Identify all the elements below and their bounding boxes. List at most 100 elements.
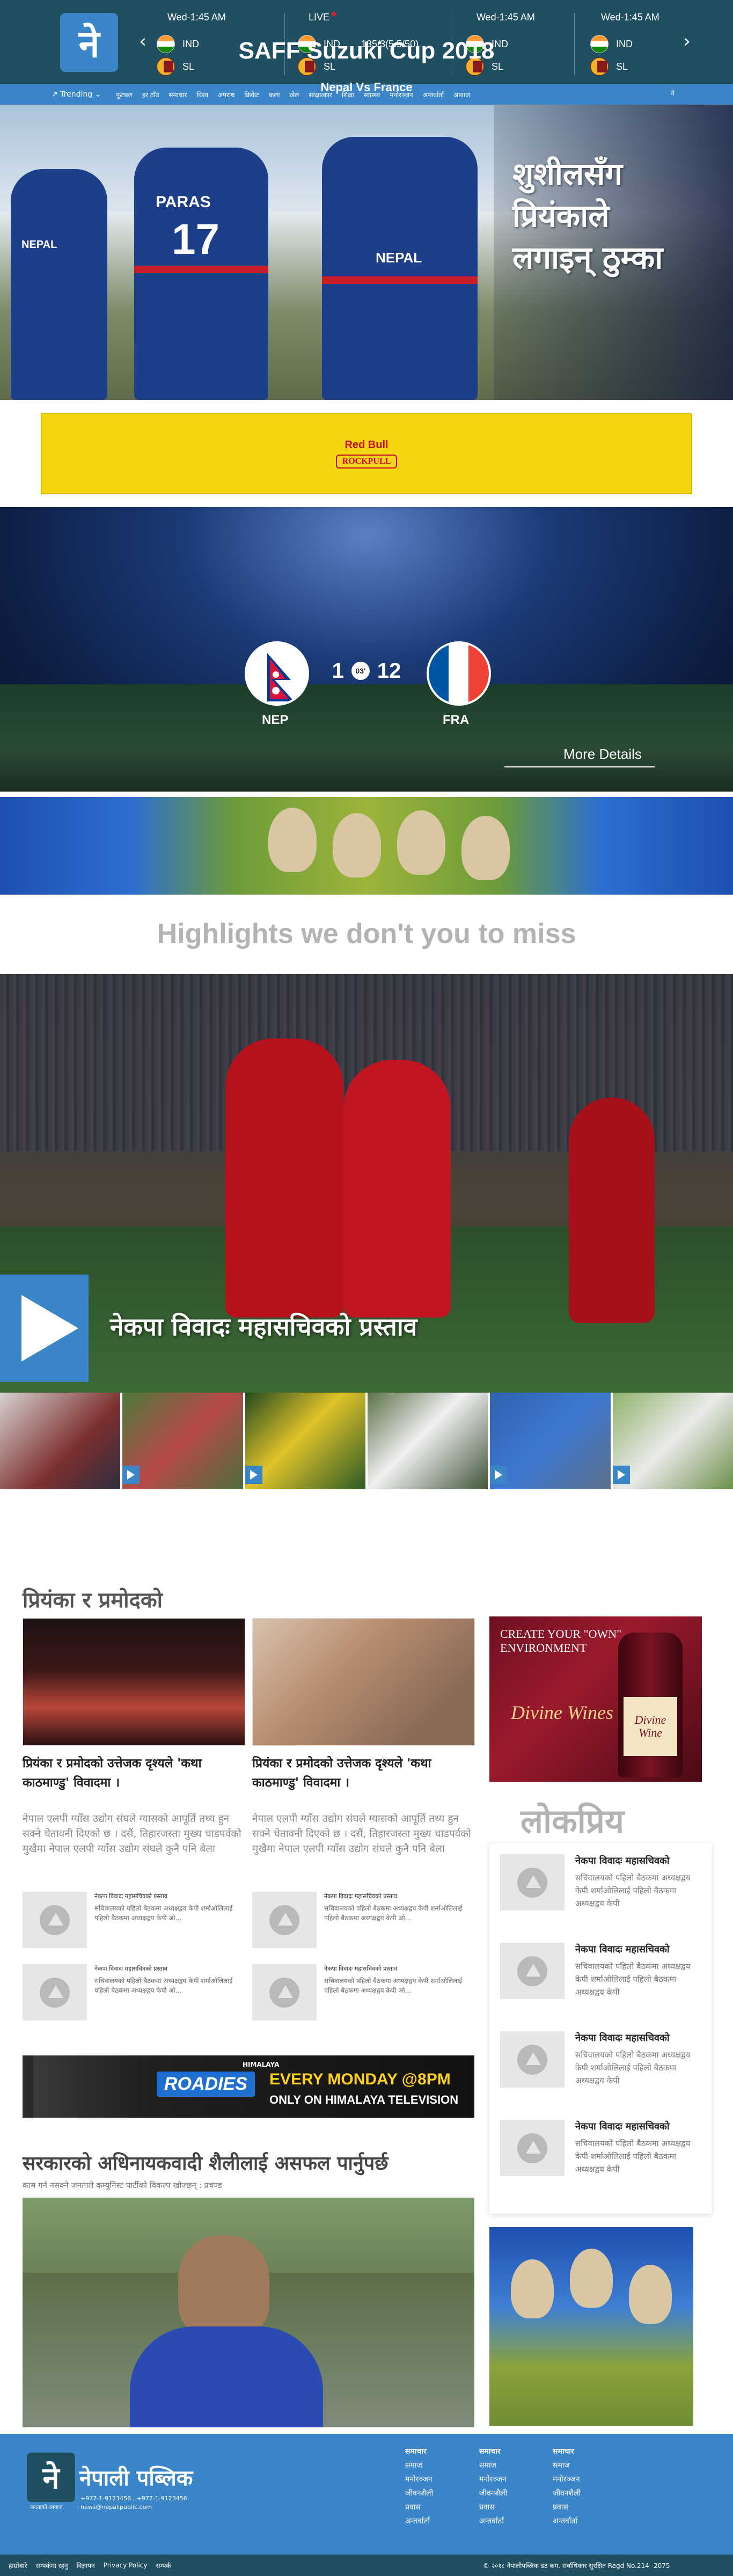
jersey-text: NEPAL xyxy=(21,239,57,251)
video-thumbnail[interactable] xyxy=(0,1393,121,1489)
footer-link[interactable]: प्रवास xyxy=(479,2500,507,2514)
footer-bottom-link[interactable]: सम्पर्क xyxy=(156,2561,171,2570)
footer-column-heading: समाचार xyxy=(479,2447,501,2456)
popular-item-title: नेकपा विवादः महासचिवको xyxy=(575,1944,670,1955)
footer-bottom-link[interactable]: सम्पर्कमा रहनु xyxy=(36,2561,68,2570)
away-score: 12 xyxy=(377,658,401,683)
footer-bottom-link[interactable]: विज्ञापन xyxy=(77,2561,95,2570)
video-thumbnail[interactable] xyxy=(122,1393,243,1489)
video-thumbnail[interactable] xyxy=(490,1393,611,1489)
hero-headline[interactable]: शुशीलसँग प्रियंकाले लगाइन् ठुम्का xyxy=(512,153,727,279)
video-thumbnail[interactable] xyxy=(367,1393,488,1489)
hero-headline-line: प्रियंकाले xyxy=(512,197,610,234)
ad-image xyxy=(397,810,445,875)
image-placeholder-icon xyxy=(517,2044,547,2075)
jersey-name: PARAS xyxy=(156,193,211,211)
mini-article[interactable]: नेकपा विवादः महासचिवको प्रस्ताव सचिवालयको… xyxy=(23,1964,245,2021)
footer-tagline: जनताको आवाज xyxy=(30,2505,63,2511)
wine-ad-banner[interactable]: CREATE YOUR "OWN" ENVIRONMENT Divine Wine… xyxy=(489,1616,702,1782)
image-placeholder xyxy=(500,2031,565,2088)
popular-item-body: सचिवालयको पहिलो बैठकमा अध्यक्षद्वय केपी … xyxy=(575,1873,691,1908)
image-placeholder xyxy=(23,1964,87,2021)
person-jersey xyxy=(130,2326,323,2427)
footer-link[interactable]: अन्तर्वार्ता xyxy=(405,2514,433,2528)
mini-article-body: सचिवालयको पहिलो बैठकमा अध्यक्षद्वय केपी … xyxy=(94,1905,233,1922)
footer-link[interactable]: अन्तर्वार्ता xyxy=(479,2514,507,2528)
footer-bottom-link[interactable]: हाम्रोबारे xyxy=(9,2561,27,2570)
footer-email[interactable]: news@nepalipublic.com xyxy=(80,2503,187,2512)
article-headline[interactable]: प्रियंका र प्रमोदको उत्तेजक दृश्यले 'कथा… xyxy=(23,1754,245,1792)
play-icon xyxy=(21,1295,78,1362)
article-headline[interactable]: प्रियंका र प्रमोदको उत्तेजक दृश्यले 'कथा… xyxy=(252,1754,475,1792)
band-ad-banner[interactable] xyxy=(0,797,733,895)
popular-item[interactable]: नेकपा विवादः महासचिवको सचिवालयको पहिलो ब… xyxy=(500,2120,704,2176)
highlights-heading: Highlights we don't you to miss xyxy=(157,918,576,949)
video-title[interactable]: नेकपा विवादः महासचिवको प्रस्ताव xyxy=(110,1309,417,1343)
lead-image[interactable] xyxy=(23,2198,474,2427)
footer-site-name: नेपाली पब्लिक xyxy=(79,2466,193,2491)
footer-link[interactable]: समाज xyxy=(405,2458,433,2472)
match-status: LIVE xyxy=(309,12,427,23)
mini-article[interactable]: नेकपा विवादः महासचिवको प्रस्ताव सचिवालयको… xyxy=(23,1892,245,1948)
footer-link[interactable]: जीवनशैली xyxy=(405,2486,433,2500)
ad-image xyxy=(570,2249,613,2308)
home-team-code: NEP xyxy=(262,713,289,727)
video-thumbnail[interactable] xyxy=(612,1393,733,1489)
footer-bottom-bar: हाम्रोबारे सम्पर्कमा रहनु विज्ञापन Priva… xyxy=(0,2555,733,2576)
video-thumbnail[interactable] xyxy=(245,1393,365,1489)
mini-article-body: सचिवालयको पहिलो बैठकमा अध्यक्षद्वय केपी … xyxy=(324,1905,463,1922)
popular-item[interactable]: नेकपा विवादः महासचिवको सचिवालयको पहिलो ब… xyxy=(500,2031,704,2088)
article-excerpt: नेपाल एलपी ग्याँस उद्योग संघले ग्यासको आ… xyxy=(23,1813,241,1855)
ad-image xyxy=(629,2265,672,2324)
more-details-link[interactable]: More Details xyxy=(563,746,642,763)
roadies-ad-banner[interactable]: ROADIES EVERY MONDAY @8PM ONLY ON HIMALA… xyxy=(23,2055,474,2118)
popular-item-body: सचिवालयको पहिलो बैठकमा अध्यक्षद्वय केपी … xyxy=(575,2139,691,2174)
mini-article-title: नेकपा विवादः महासचिवको प्रस्ताव xyxy=(94,1893,167,1900)
lead-headline[interactable]: सरकारको अधिनायकवादी शैलीलाई असफल पार्नुप… xyxy=(23,2149,389,2176)
match-status: Wed-1:45 AM xyxy=(477,12,535,23)
away-team-code: FRA xyxy=(443,713,470,727)
footer-link[interactable]: मनोरञ्जन xyxy=(405,2472,433,2486)
image-placeholder xyxy=(23,1892,87,1948)
hero-banner[interactable]: NEPAL PARAS 17 NEPAL शुशीलसँग प्रियंकाले… xyxy=(0,105,733,400)
popular-list: नेकपा विवादः महासचिवको सचिवालयको पहिलो ब… xyxy=(489,1843,712,2214)
mini-article[interactable]: नेकपा विवादः महासचिवको प्रस्ताव सचिवालयको… xyxy=(252,1964,475,2021)
ad-image xyxy=(461,816,510,880)
player-figure xyxy=(343,1060,451,1318)
footer-link[interactable]: जीवनशैली xyxy=(553,2486,581,2500)
match-status: Wed-1:45 AM xyxy=(601,12,659,23)
footer-link[interactable]: मनोरञ्जन xyxy=(479,2472,507,2486)
footer-link[interactable]: जीवनशैली xyxy=(479,2486,507,2500)
image-placeholder-icon xyxy=(517,1956,547,1986)
popular-item-title: नेकपा विवादः महासचिवको xyxy=(575,1855,670,1867)
band-image[interactable] xyxy=(489,2227,693,2426)
mini-article-title: नेकपा विवादः महासचिवको प्रस्ताव xyxy=(94,1965,167,1972)
redbull-ad-banner[interactable]: Red Bull ROCKPULL xyxy=(41,413,692,494)
popular-item[interactable]: नेकपा विवादः महासचिवको सचिवालयको पहिलो ब… xyxy=(500,1854,704,1911)
video-thumbnail-strip xyxy=(0,1393,733,1489)
footer-link[interactable]: समाज xyxy=(553,2458,581,2472)
tournament-title: SAFF Suzuki Cup 2018 xyxy=(238,38,495,64)
footer-bottom-link[interactable]: Privacy Policy xyxy=(104,2562,148,2569)
divider xyxy=(504,766,655,767)
nepal-flag-icon xyxy=(245,641,309,706)
person-head xyxy=(178,2235,269,2337)
footer-link[interactable]: प्रवास xyxy=(553,2500,581,2514)
footer-link[interactable]: समाज xyxy=(479,2458,507,2472)
article-image[interactable] xyxy=(23,1618,245,1746)
footer-link[interactable]: मनोरञ्जन xyxy=(553,2472,581,2486)
stadium-field xyxy=(0,684,733,792)
play-button[interactable] xyxy=(0,1275,89,1382)
footer-column: समाचार समाज मनोरञ्जन जीवनशैली प्रवास अन्… xyxy=(405,2445,433,2528)
mini-article[interactable]: नेकपा विवादः महासचिवको प्रस्ताव सचिवालयको… xyxy=(252,1892,475,1948)
jersey-stripe xyxy=(134,266,268,273)
popular-item[interactable]: नेकपा विवादः महासचिवको सचिवालयको पहिलो ब… xyxy=(500,1943,704,1999)
footer-logo[interactable]: ने xyxy=(27,2453,75,2502)
play-icon xyxy=(612,1466,630,1484)
ad-brand: Red Bull xyxy=(344,439,389,451)
play-icon xyxy=(122,1466,140,1484)
footer-link[interactable]: प्रवास xyxy=(405,2500,433,2514)
ad-brand: Divine Wines xyxy=(511,1702,613,1723)
article-image[interactable] xyxy=(252,1618,475,1746)
footer-link[interactable]: अन्तर्वार्ता xyxy=(553,2514,581,2528)
